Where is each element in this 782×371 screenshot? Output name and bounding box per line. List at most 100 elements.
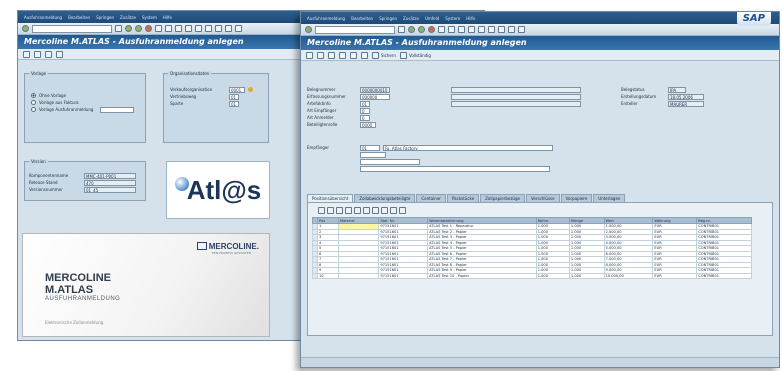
print-icon[interactable] [155,25,162,32]
vtweg-input[interactable]: 01 [229,93,239,100]
vorlage-input[interactable] [100,106,135,113]
save-icon[interactable] [115,25,122,32]
create-icon[interactable] [317,51,324,59]
find-icon[interactable] [165,25,172,32]
menu-item[interactable]: Umfeld [425,16,439,21]
cell-reg-nr[interactable]: CONTRIB01 [696,272,752,279]
cell-quantity[interactable]: 1.000 [568,272,605,279]
tab-container[interactable]: Container [416,194,446,202]
value-help-icon[interactable] [248,87,253,92]
menu-item[interactable]: Hilfe [466,16,475,21]
find-next-icon[interactable] [458,26,465,33]
first-page-icon[interactable] [468,26,475,33]
cancel-icon[interactable] [428,26,435,33]
copy-icon[interactable] [328,51,335,59]
exit-icon[interactable] [135,25,142,32]
cell-value[interactable]: 10.000,00 [603,272,654,279]
command-field[interactable] [315,25,395,34]
menu-item[interactable]: Bearbeiten [68,15,90,20]
prev-page-icon[interactable] [195,25,202,32]
back-icon[interactable] [125,25,132,32]
menu-item[interactable]: System [142,15,157,20]
radio-ohne-vorlage[interactable] [31,93,36,98]
help-icon[interactable] [235,25,242,32]
enter-icon[interactable] [305,26,312,33]
erfassungsnummer-input[interactable]: 000000 [360,93,390,100]
sichern-button[interactable]: Sichern [372,51,396,59]
new-session-icon[interactable] [225,25,232,32]
exit-icon[interactable] [418,26,425,33]
radio-vorlage-ausfuhr[interactable] [31,107,36,112]
menu-item[interactable]: Bearbeiten [351,16,373,21]
cell-weight[interactable]: 1.000 [535,272,570,279]
tab-unterlagen[interactable]: Unterlagen [593,194,626,202]
table-row[interactable]: 10 97151601 ATLAS Test 10 - Papier 1.000 1.0… [312,272,752,279]
tab-zollpapier[interactable]: Zollpapierbezüge [480,194,525,202]
sort-desc-icon[interactable] [336,207,343,214]
tab-packstuecke[interactable]: Packstücke [446,194,480,202]
pencil-icon[interactable] [23,50,30,58]
tab-positionsuebersicht[interactable]: Positionsübersicht [307,194,354,202]
find-icon[interactable] [448,26,455,33]
art-empfaenger-input[interactable]: 0 [360,107,370,114]
menu-item[interactable]: System [445,16,460,21]
first-page-icon[interactable] [185,25,192,32]
menu-item[interactable]: Hilfe [163,15,172,20]
cell-currency[interactable]: EUR [652,272,698,279]
delete-icon[interactable] [339,51,346,59]
menu-item[interactable]: Zusätze [403,16,419,21]
last-page-icon[interactable] [215,25,222,32]
radio-vorlage-faktura[interactable] [31,100,36,105]
copy-icon[interactable] [45,50,52,58]
spart-input[interactable]: 01 [229,100,239,107]
cell-description[interactable]: ATLAS Test 10 - Papier [427,272,537,279]
save-icon[interactable] [398,26,405,33]
beteiligtenrolle-input[interactable]: 0000 [360,121,376,128]
print-icon[interactable] [363,207,370,214]
extra-input[interactable] [360,151,386,158]
vkorg-input[interactable]: 0001 [229,86,245,93]
menu-item[interactable]: Zusätze [120,15,136,20]
print-icon[interactable] [438,26,445,33]
empfaenger-number-input[interactable]: 01 [360,144,380,151]
help-icon[interactable] [518,26,525,33]
document-icon[interactable] [34,50,41,58]
overview-icon[interactable] [56,50,63,58]
tab-beteiligte[interactable]: Zollabwicklungsbeteiligte [354,194,416,202]
menu-item[interactable]: Springen [96,15,114,20]
vollstaendig-button[interactable]: Vollständig [399,51,431,59]
menu-item[interactable]: Springen [379,16,397,21]
next-page-icon[interactable] [488,26,495,33]
cancel-icon[interactable] [145,25,152,32]
menu-item[interactable]: Ausfuhranmeldung [307,16,345,21]
last-page-icon[interactable] [498,26,505,33]
back-icon[interactable] [408,26,415,33]
export-icon[interactable] [372,207,379,214]
empfaenger-name-input[interactable]: Fa. Atlas Factory [383,144,553,151]
command-field[interactable] [32,24,112,33]
tab-verschluesse[interactable]: Verschlüsse [525,194,560,202]
cell-pos[interactable]: 10 [317,272,339,279]
tab-vorpapiere[interactable]: Vorpapiere [560,194,593,202]
menu-item[interactable]: Ausfuhranmeldung [24,15,62,20]
sort-asc-icon[interactable] [327,207,334,214]
enter-icon[interactable] [22,25,29,32]
display-change-icon[interactable] [306,51,313,59]
details-icon[interactable] [318,207,325,214]
art-anmelder-input[interactable]: 0 [360,114,370,121]
insert-row-icon[interactable] [390,207,397,214]
prev-page-icon[interactable] [478,26,485,33]
layout-icon[interactable] [381,207,388,214]
next-page-icon[interactable] [205,25,212,32]
cell-stat-nr[interactable]: 97151601 [378,272,429,279]
new-session-icon[interactable] [508,26,515,33]
find-next-icon[interactable] [175,25,182,32]
sum-icon[interactable] [354,207,361,214]
artefakt-input[interactable]: 01 [360,100,370,107]
header-icon[interactable] [350,51,357,59]
extra-input[interactable] [360,158,420,165]
cell-material[interactable] [337,272,380,279]
item-icon[interactable] [361,51,368,59]
filter-icon[interactable] [345,207,352,214]
delete-row-icon[interactable] [399,207,406,214]
